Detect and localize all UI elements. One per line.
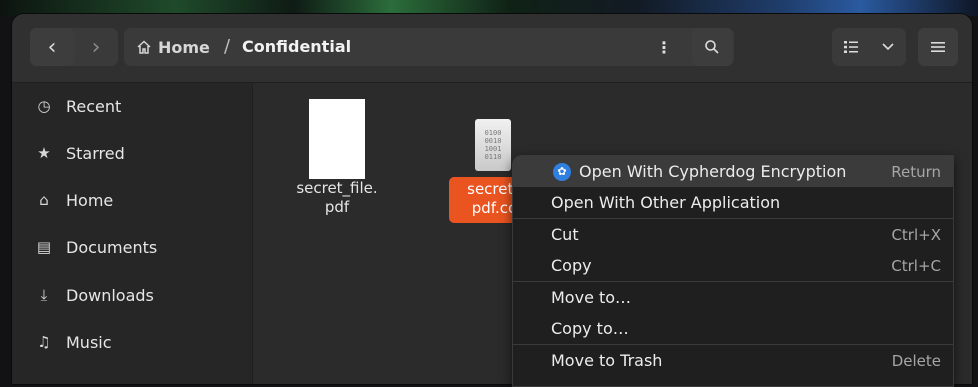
chevron-down-icon	[882, 43, 894, 51]
clock-icon: ◷	[37, 97, 51, 115]
menu-item-copy-to[interactable]: Copy to…	[513, 313, 953, 344]
breadcrumb-separator: /	[224, 36, 231, 57]
menu-item-open-with-other[interactable]: Open With Other Application	[513, 187, 953, 218]
chevron-left-icon: ‹	[47, 34, 57, 60]
menu-item-label: Cut	[551, 225, 579, 244]
sidebar-item-label: Downloads	[66, 285, 154, 305]
main-menu-button[interactable]	[918, 28, 958, 66]
path-menu-button[interactable]: ⋮	[644, 28, 684, 66]
file-name-label: secret_file. pdf	[277, 179, 397, 217]
menu-item-copy[interactable]: Copy Ctrl+C	[513, 250, 953, 281]
menu-item-shortcut: Ctrl+C	[891, 256, 941, 275]
sidebar-item-label: Music	[66, 332, 112, 352]
menu-item-label: Copy to…	[551, 319, 629, 338]
back-button[interactable]: ‹	[30, 28, 74, 66]
menu-item-label: Move to Trash	[551, 351, 663, 370]
sidebar-item-recent[interactable]: ◷ Recent	[12, 83, 252, 129]
sidebar-item-label: Starred	[66, 143, 125, 163]
breadcrumb-home[interactable]: Home	[136, 28, 210, 66]
home-icon: ⌂	[39, 191, 49, 209]
search-button[interactable]	[692, 28, 732, 66]
star-icon: ★	[37, 144, 51, 162]
view-options-dropdown[interactable]	[870, 28, 906, 66]
path-bar: Home / Confidential ⋮	[124, 28, 734, 66]
music-icon: ♫	[37, 333, 51, 351]
menu-item-label: Open With Cypherdog Encryption	[579, 162, 847, 181]
menu-item-label: Copy	[551, 256, 592, 275]
hamburger-menu-icon	[931, 42, 945, 52]
menu-item-shortcut: Ctrl+X	[891, 225, 941, 244]
menu-item-cut[interactable]: Cut Ctrl+X	[513, 219, 953, 250]
menu-item-open-with-cypherdog[interactable]: ✿ Open With Cypherdog Encryption Return	[513, 156, 953, 187]
breadcrumb-current[interactable]: Confidential	[242, 28, 351, 66]
header-bar: ‹ › Home / Confidential ⋮	[12, 14, 972, 83]
sidebar-item-documents[interactable]: ▤ Documents	[12, 224, 252, 270]
breadcrumb-home-label: Home	[158, 37, 210, 57]
menu-item-shortcut: Delete	[891, 351, 941, 370]
sidebar-item-label: Home	[66, 190, 114, 210]
document-icon: ▤	[36, 238, 52, 256]
menu-item-shortcut: Return	[891, 162, 941, 181]
sidebar-item-music[interactable]: ♫ Music	[12, 319, 252, 365]
context-menu: ✿ Open With Cypherdog Encryption Return …	[512, 155, 954, 387]
file-name-line: secret_file.	[296, 179, 378, 197]
sidebar-item-home[interactable]: ⌂ Home	[12, 177, 252, 223]
search-icon	[705, 40, 719, 54]
menu-item-label: Open With Other Application	[551, 193, 781, 212]
menu-item-move-to-trash[interactable]: Move to Trash Delete	[513, 345, 953, 376]
chevron-right-icon: ›	[91, 34, 101, 60]
home-icon	[137, 40, 151, 54]
sidebar-item-label: Recent	[66, 96, 122, 116]
download-icon: ⤓	[40, 286, 48, 304]
vertical-dots-icon: ⋮	[656, 37, 672, 57]
menu-item-move-to[interactable]: Move to…	[513, 282, 953, 313]
sidebar: ◷ Recent ★ Starred ⌂ Home ▤ Documents ⤓ …	[12, 83, 253, 384]
binary-line: 0010	[484, 137, 502, 145]
menu-item-label: Move to…	[551, 288, 632, 307]
pdf-file-icon	[309, 99, 365, 179]
file-name-line: pdf	[324, 198, 350, 216]
list-view-icon	[844, 41, 858, 53]
forward-button[interactable]: ›	[74, 28, 118, 66]
binary-line: 0100	[484, 129, 502, 137]
sidebar-item-starred[interactable]: ★ Starred	[12, 130, 252, 176]
cypherdog-app-icon: ✿	[553, 162, 571, 181]
binary-line: 0110	[484, 153, 502, 161]
binary-line: 1001	[484, 145, 502, 153]
list-view-button[interactable]	[832, 28, 870, 66]
sidebar-item-downloads[interactable]: ⤓ Downloads	[12, 272, 252, 318]
binary-file-icon: 0100 0010 1001 0110	[475, 119, 511, 171]
sidebar-item-label: Documents	[66, 237, 158, 257]
